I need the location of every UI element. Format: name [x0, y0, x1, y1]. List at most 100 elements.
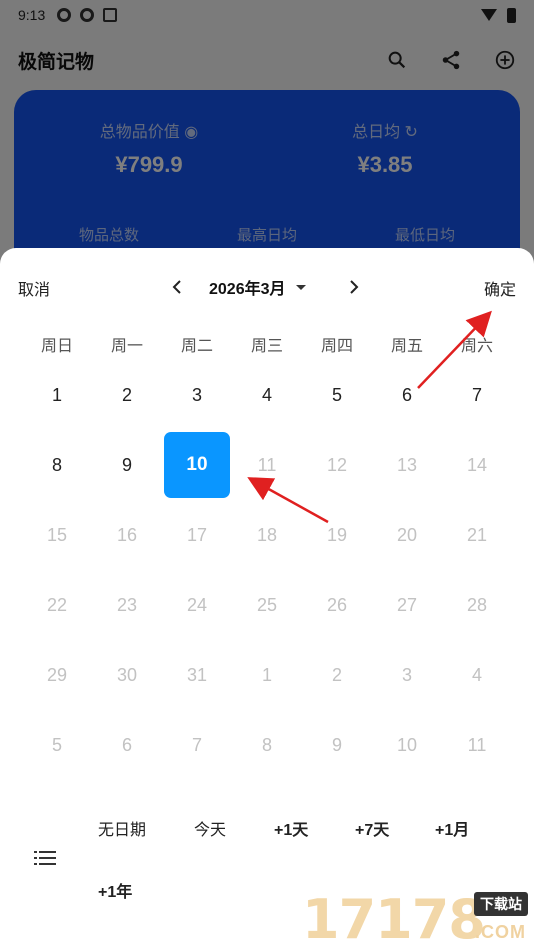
- day-number: 4: [261, 384, 272, 405]
- day-cell[interactable]: 4: [232, 360, 302, 430]
- plus-1-year-button[interactable]: +1年: [98, 878, 132, 902]
- no-date-button[interactable]: 无日期: [98, 816, 146, 840]
- day-number: 19: [326, 524, 348, 545]
- day-number: 5: [331, 384, 342, 405]
- watermark-tag: 下载站: [474, 892, 528, 916]
- day-number: 9: [121, 454, 132, 475]
- day-cell-disabled: 2: [302, 640, 372, 710]
- day-number: 30: [116, 664, 138, 685]
- day-number: 2: [331, 664, 342, 685]
- date-picker-sheet: 取消 2026年3月 确定 周日 周一 周二 周三 周四 周五 周六 1 2 3 4 5 6 7 8 9 10…: [0, 248, 534, 950]
- day-cell-disabled: 25: [232, 570, 302, 640]
- plus-7-days-button[interactable]: +7天: [355, 816, 389, 840]
- day-number: 18: [256, 524, 278, 545]
- cancel-button[interactable]: 取消: [18, 276, 50, 300]
- watermark-number: 17178: [302, 888, 486, 950]
- day-number: 3: [191, 384, 202, 405]
- day-number: 8: [261, 734, 272, 755]
- weekday-label: 周三: [250, 338, 283, 355]
- day-number: 8: [51, 454, 62, 475]
- day-number: 9: [331, 734, 342, 755]
- day-number: 13: [396, 454, 418, 475]
- chevron-right-icon: [349, 280, 358, 294]
- day-number: 11: [467, 734, 487, 755]
- day-number: 29: [46, 664, 68, 685]
- weekday-label: 周四: [320, 338, 353, 355]
- day-number: 15: [46, 524, 68, 545]
- day-number: 12: [326, 454, 348, 475]
- day-cell-disabled: 16: [92, 500, 162, 570]
- day-cell-disabled: 15: [22, 500, 92, 570]
- weekday-label: 周六: [460, 338, 493, 355]
- day-number: 4: [471, 664, 482, 685]
- today-button[interactable]: 今天: [194, 816, 226, 840]
- month-navigator: 2026年3月: [165, 272, 370, 302]
- calendar-grid: 1 2 3 4 5 6 7 8 9 10 11 12 13 14 15 16 17 18 19 20 21 22 23 24 2…: [22, 360, 512, 780]
- day-number: 10: [164, 432, 230, 498]
- day-number: 27: [396, 594, 418, 615]
- day-cell-disabled: 26: [302, 570, 372, 640]
- day-cell[interactable]: 2: [92, 360, 162, 430]
- day-cell-disabled: 31: [162, 640, 232, 710]
- day-cell-disabled: 23: [92, 570, 162, 640]
- day-cell-disabled: 12: [302, 430, 372, 500]
- day-cell[interactable]: 1: [22, 360, 92, 430]
- plus-1-month-button[interactable]: +1月: [435, 816, 469, 840]
- day-cell-disabled: 20: [372, 500, 442, 570]
- day-cell[interactable]: 5: [302, 360, 372, 430]
- weekday-label: 周一: [110, 338, 143, 355]
- day-cell-disabled: 17: [162, 500, 232, 570]
- confirm-button[interactable]: 确定: [484, 276, 516, 300]
- day-cell-disabled: 22: [22, 570, 92, 640]
- day-cell[interactable]: 9: [92, 430, 162, 500]
- day-cell-selected[interactable]: 10: [162, 430, 232, 500]
- weekday-label: 周五: [390, 338, 423, 355]
- day-cell-disabled: 4: [442, 640, 512, 710]
- picker-header: 取消 2026年3月 确定: [0, 272, 534, 302]
- day-cell-disabled: 19: [302, 500, 372, 570]
- day-number: 1: [51, 384, 62, 405]
- day-cell-disabled: 6: [92, 710, 162, 780]
- site-watermark: 17178 下载站 .COM: [302, 888, 528, 950]
- dropdown-caret-icon[interactable]: [295, 284, 306, 290]
- day-cell-disabled: 21: [442, 500, 512, 570]
- day-cell-disabled: 3: [372, 640, 442, 710]
- day-cell-disabled: 27: [372, 570, 442, 640]
- watermark-com: .COM: [475, 922, 526, 942]
- chevron-left-icon: [172, 280, 181, 294]
- day-number: 5: [51, 734, 62, 755]
- day-cell[interactable]: 8: [22, 430, 92, 500]
- day-number: 20: [396, 524, 418, 545]
- day-cell[interactable]: 3: [162, 360, 232, 430]
- month-label[interactable]: 2026年3月: [209, 275, 286, 299]
- day-number: 6: [121, 734, 132, 755]
- list-icon[interactable]: [34, 850, 56, 871]
- day-number: 6: [401, 384, 412, 405]
- day-number: 14: [466, 454, 488, 475]
- next-month-button[interactable]: [342, 275, 366, 299]
- day-cell-disabled: 14: [442, 430, 512, 500]
- weekday-header: 周日 周一 周二 周三 周四 周五 周六: [22, 332, 512, 356]
- weekday-label: 周日: [40, 338, 73, 355]
- day-number: 2: [121, 384, 132, 405]
- day-number: 24: [186, 594, 208, 615]
- day-cell-disabled: 28: [442, 570, 512, 640]
- day-cell-disabled: 11: [442, 710, 512, 780]
- plus-1-day-button[interactable]: +1天: [274, 816, 308, 840]
- day-cell-disabled: 9: [302, 710, 372, 780]
- day-cell-disabled: 24: [162, 570, 232, 640]
- day-cell-disabled: 18: [232, 500, 302, 570]
- prev-month-button[interactable]: [165, 275, 189, 299]
- day-number: 16: [116, 524, 138, 545]
- day-number: 21: [466, 524, 488, 545]
- day-number: 31: [186, 664, 208, 685]
- day-cell-disabled: 8: [232, 710, 302, 780]
- day-number: 7: [191, 734, 202, 755]
- day-cell-disabled: 10: [372, 710, 442, 780]
- day-cell-disabled: 11: [232, 430, 302, 500]
- day-number: 3: [401, 664, 412, 685]
- day-cell[interactable]: 7: [442, 360, 512, 430]
- day-number: 1: [261, 664, 272, 685]
- day-cell-disabled: 13: [372, 430, 442, 500]
- day-cell[interactable]: 6: [372, 360, 442, 430]
